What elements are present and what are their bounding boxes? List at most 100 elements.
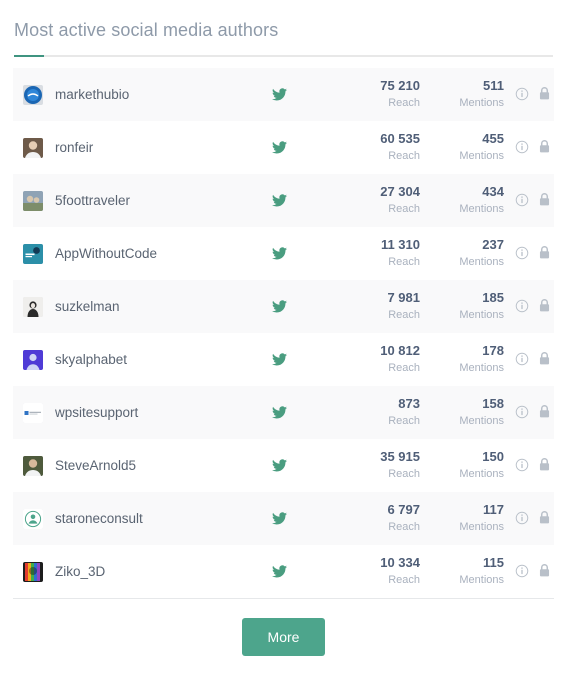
avatar xyxy=(23,349,43,370)
author-name[interactable]: staroneconsult xyxy=(55,510,143,528)
row-actions xyxy=(514,404,552,420)
mentions-metric: 117 Mentions xyxy=(426,502,504,535)
table-row[interactable]: SteveArnold5 35 915 Reach 150 Mentions xyxy=(13,439,554,492)
author-name[interactable]: AppWithoutCode xyxy=(55,245,157,263)
lock-icon[interactable] xyxy=(536,404,552,420)
mentions-value: 115 xyxy=(483,555,504,570)
reach-metric: 27 304 Reach xyxy=(346,184,420,217)
lock-icon[interactable] xyxy=(536,139,552,155)
lock-icon[interactable] xyxy=(536,457,552,473)
twitter-bird-icon xyxy=(268,512,290,525)
table-row[interactable]: 5foottraveler 27 304 Reach 434 Mentions xyxy=(13,174,554,227)
mentions-metric: 115 Mentions xyxy=(426,555,504,588)
avatar xyxy=(23,455,43,476)
title-accent-bar xyxy=(14,55,44,57)
page-title: Most active social media authors xyxy=(14,20,279,40)
table-row[interactable]: ronfeir 60 535 Reach 455 Mentions xyxy=(13,121,554,174)
info-circle-icon[interactable] xyxy=(514,192,530,208)
reach-metric: 10 334 Reach xyxy=(346,555,420,588)
twitter-bird-icon xyxy=(268,565,290,578)
table-row[interactable]: markethubio 75 210 Reach 511 Mentions xyxy=(13,68,554,121)
reach-value: 873 xyxy=(398,396,420,411)
mentions-label: Mentions xyxy=(459,97,504,109)
reach-label: Reach xyxy=(388,256,420,268)
mentions-metric: 185 Mentions xyxy=(426,290,504,323)
avatar xyxy=(23,84,43,105)
mentions-value: 185 xyxy=(482,290,504,305)
author-list: markethubio 75 210 Reach 511 Mentions ronfeir… xyxy=(0,68,567,598)
reach-value: 11 310 xyxy=(380,237,420,252)
author-name[interactable]: markethubio xyxy=(55,86,129,104)
reach-label: Reach xyxy=(388,97,420,109)
twitter-bird-icon xyxy=(268,247,290,260)
info-circle-icon[interactable] xyxy=(514,510,530,526)
lock-icon[interactable] xyxy=(536,510,552,526)
card-header: Most active social media authors xyxy=(0,0,567,57)
lock-icon[interactable] xyxy=(536,86,552,102)
reach-metric: 873 Reach xyxy=(346,396,420,429)
mentions-metric: 158 Mentions xyxy=(426,396,504,429)
mentions-value: 511 xyxy=(483,78,504,93)
table-row[interactable]: wpsitesupport 873 Reach 158 Mentions xyxy=(13,386,554,439)
info-circle-icon[interactable] xyxy=(514,139,530,155)
row-actions xyxy=(514,563,552,579)
info-circle-icon[interactable] xyxy=(514,457,530,473)
reach-label: Reach xyxy=(388,203,420,215)
lock-icon[interactable] xyxy=(536,563,552,579)
mentions-label: Mentions xyxy=(459,574,504,586)
mentions-metric: 150 Mentions xyxy=(426,449,504,482)
mentions-label: Mentions xyxy=(459,256,504,268)
info-circle-icon[interactable] xyxy=(514,86,530,102)
reach-value: 60 535 xyxy=(380,131,420,146)
more-button[interactable]: More xyxy=(241,618,326,656)
author-name[interactable]: Ziko_3D xyxy=(55,563,105,581)
author-name[interactable]: 5foottraveler xyxy=(55,192,130,210)
mentions-value: 158 xyxy=(482,396,504,411)
reach-value: 10 812 xyxy=(380,343,420,358)
twitter-bird-icon xyxy=(268,406,290,419)
author-name[interactable]: wpsitesupport xyxy=(55,404,138,422)
info-circle-icon[interactable] xyxy=(514,298,530,314)
reach-label: Reach xyxy=(388,309,420,321)
lock-icon[interactable] xyxy=(536,245,552,261)
mentions-metric: 455 Mentions xyxy=(426,131,504,164)
lock-icon[interactable] xyxy=(536,298,552,314)
twitter-bird-icon xyxy=(268,300,290,313)
reach-metric: 10 812 Reach xyxy=(346,343,420,376)
avatar xyxy=(23,402,43,423)
avatar xyxy=(23,243,43,264)
reach-metric: 75 210 Reach xyxy=(346,78,420,111)
mentions-label: Mentions xyxy=(459,362,504,374)
avatar xyxy=(23,508,43,529)
table-row[interactable]: skyalphabet 10 812 Reach 178 Mentions xyxy=(13,333,554,386)
author-name[interactable]: skyalphabet xyxy=(55,351,127,369)
row-actions xyxy=(514,298,552,314)
mentions-metric: 434 Mentions xyxy=(426,184,504,217)
table-row[interactable]: AppWithoutCode 11 310 Reach 237 Mentions xyxy=(13,227,554,280)
author-name[interactable]: SteveArnold5 xyxy=(55,457,136,475)
twitter-bird-icon xyxy=(268,194,290,207)
mentions-label: Mentions xyxy=(459,150,504,162)
avatar xyxy=(23,296,43,317)
row-actions xyxy=(514,510,552,526)
info-circle-icon[interactable] xyxy=(514,245,530,261)
reach-value: 75 210 xyxy=(380,78,420,93)
row-actions xyxy=(514,245,552,261)
row-actions xyxy=(514,192,552,208)
table-row[interactable]: suzkelman 7 981 Reach 185 Mentions xyxy=(13,280,554,333)
author-name[interactable]: suzkelman xyxy=(55,298,120,316)
lock-icon[interactable] xyxy=(536,192,552,208)
reach-value: 35 915 xyxy=(380,449,420,464)
avatar xyxy=(23,561,43,582)
info-circle-icon[interactable] xyxy=(514,563,530,579)
reach-label: Reach xyxy=(388,574,420,586)
mentions-value: 455 xyxy=(482,131,504,146)
info-circle-icon[interactable] xyxy=(514,404,530,420)
mentions-value: 434 xyxy=(482,184,504,199)
row-actions xyxy=(514,86,552,102)
author-name[interactable]: ronfeir xyxy=(55,139,93,157)
table-row[interactable]: staroneconsult 6 797 Reach 117 Mentions xyxy=(13,492,554,545)
info-circle-icon[interactable] xyxy=(514,351,530,367)
table-row[interactable]: Ziko_3D 10 334 Reach 115 Mentions xyxy=(13,545,554,598)
lock-icon[interactable] xyxy=(536,351,552,367)
